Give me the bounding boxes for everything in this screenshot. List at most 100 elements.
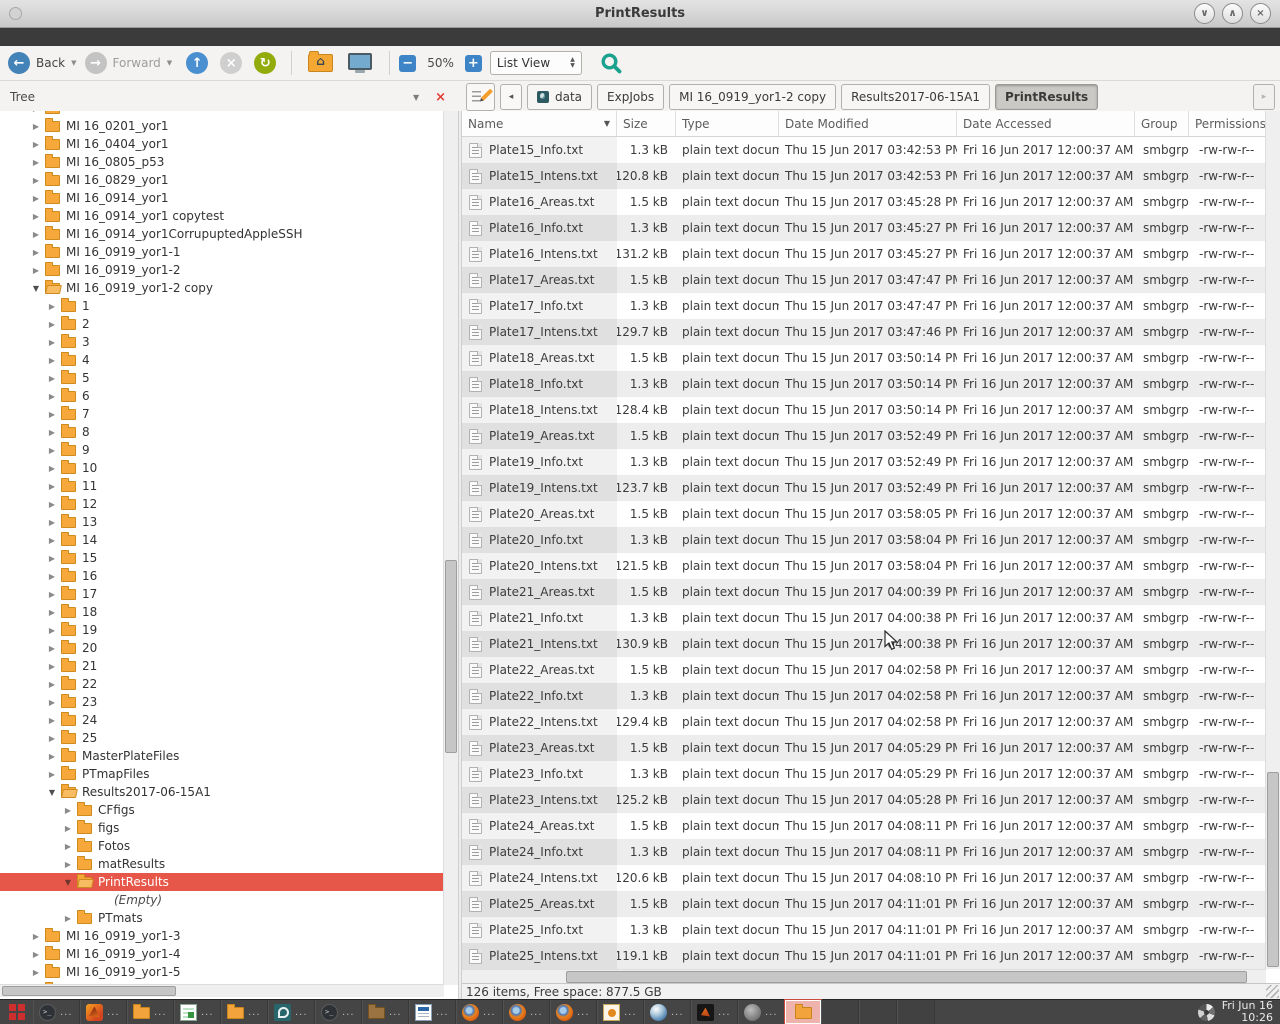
taskbar-window-button[interactable]: ... xyxy=(409,1000,456,1024)
tree-item[interactable]: ▶ 8 xyxy=(0,423,444,441)
resize-grip[interactable] xyxy=(1266,985,1279,998)
expander-icon[interactable]: ▶ xyxy=(46,392,58,401)
file-row[interactable]: Plate19_Info.txt 1.3 kB plain text docum… xyxy=(462,449,1266,475)
tree-item[interactable]: ▶ 12 xyxy=(0,495,444,513)
maximize-button[interactable]: ∧ xyxy=(1222,3,1243,24)
tree-item[interactable]: ▶ 20 xyxy=(0,639,444,657)
tree-item[interactable]: ▶ MI 16_0829_yor1 xyxy=(0,171,444,189)
breadcrumb-segment[interactable]: MI 16_0919_yor1-2 copy xyxy=(669,84,836,110)
expander-icon[interactable]: ▶ xyxy=(46,590,58,599)
breadcrumb-segment[interactable]: data xyxy=(527,84,592,110)
file-row[interactable]: Plate22_Intens.txt 129.4 kB plain text d… xyxy=(462,709,1266,735)
expander-icon[interactable]: ▶ xyxy=(62,860,74,869)
expander-icon[interactable]: ▶ xyxy=(46,734,58,743)
tree-item[interactable]: ▶ CFfigs xyxy=(0,801,444,819)
tree-item[interactable]: ▼ PrintResults xyxy=(0,873,444,891)
column-header[interactable]: Size xyxy=(617,111,676,136)
tree-item[interactable]: ▶ 2 xyxy=(0,315,444,333)
file-row[interactable]: Plate21_Info.txt 1.3 kB plain text docum… xyxy=(462,605,1266,631)
expander-icon[interactable]: ▶ xyxy=(46,446,58,455)
taskbar-window-button[interactable]: ... xyxy=(691,1000,738,1024)
expander-icon[interactable]: ▶ xyxy=(46,770,58,779)
back-button[interactable]: Back xyxy=(36,56,65,70)
expander-icon[interactable]: ▶ xyxy=(30,266,42,275)
file-row[interactable]: Plate16_Info.txt 1.3 kB plain text docum… xyxy=(462,215,1266,241)
expander-icon[interactable]: ▼ xyxy=(46,788,58,797)
expander-icon[interactable]: ▶ xyxy=(30,230,42,239)
expander-icon[interactable]: ▶ xyxy=(62,806,74,815)
expander-icon[interactable]: ▶ xyxy=(46,680,58,689)
file-row[interactable]: Plate23_Areas.txt 1.5 kB plain text docu… xyxy=(462,735,1266,761)
edit-location-button[interactable] xyxy=(466,83,495,111)
tree-item[interactable]: ▶ 17 xyxy=(0,585,444,603)
tree-item[interactable]: ▶ PTmapFiles xyxy=(0,765,444,783)
file-row[interactable]: Plate15_Intens.txt 120.8 kB plain text d… xyxy=(462,163,1266,189)
taskbar-window-button[interactable]: ... xyxy=(503,1000,550,1024)
tree-item[interactable]: ▶ 6 xyxy=(0,387,444,405)
column-header[interactable]: Date Accessed xyxy=(957,111,1135,136)
back-history-dropdown[interactable]: ▼ xyxy=(71,59,76,67)
file-row[interactable]: Plate19_Intens.txt 123.7 kB plain text d… xyxy=(462,475,1266,501)
tree-horizontal-scrollbar[interactable] xyxy=(0,984,444,997)
expander-icon[interactable]: ▶ xyxy=(62,824,74,833)
expander-icon[interactable]: ▶ xyxy=(46,608,58,617)
up-button[interactable]: ↑ xyxy=(186,52,208,74)
tree-item[interactable]: ▶ 21 xyxy=(0,657,444,675)
stop-button[interactable]: × xyxy=(220,52,242,74)
column-header[interactable]: Permissions xyxy=(1189,111,1266,136)
tree-item[interactable]: ▶ 4 xyxy=(0,351,444,369)
column-header[interactable]: Type xyxy=(676,111,779,136)
file-row[interactable]: Plate25_Info.txt 1.3 kB plain text docum… xyxy=(462,917,1266,943)
tree-item[interactable]: ▶ MI 16_0919_yor1-1 xyxy=(0,243,444,261)
forward-button[interactable]: Forward xyxy=(113,56,161,70)
file-row[interactable]: Plate17_Intens.txt 129.7 kB plain text d… xyxy=(462,319,1266,345)
expander-icon[interactable]: ▶ xyxy=(46,428,58,437)
tree-item[interactable]: ▶ MI 16_0914_yor1CorrupuptedAppleSSH xyxy=(0,225,444,243)
taskbar-window-button[interactable]: ... xyxy=(268,1000,315,1024)
tree-item[interactable]: ▶ 19 xyxy=(0,621,444,639)
expander-icon[interactable]: ▶ xyxy=(30,212,42,221)
expander-icon[interactable]: ▶ xyxy=(30,950,42,959)
taskbar-window-button[interactable]: ... xyxy=(315,1000,362,1024)
file-row[interactable]: Plate25_Areas.txt 1.5 kB plain text docu… xyxy=(462,891,1266,917)
expander-icon[interactable]: ▶ xyxy=(30,194,42,203)
tree-item[interactable]: ▶ 5 xyxy=(0,369,444,387)
expander-icon[interactable]: ▶ xyxy=(46,356,58,365)
taskbar-window-button[interactable]: ... xyxy=(221,1000,268,1024)
tree-item[interactable]: ▶ MI 16_0919_yor1-4 xyxy=(0,945,444,963)
tree-item[interactable]: ▶ 18 xyxy=(0,603,444,621)
tree-item[interactable]: ▶ figs xyxy=(0,819,444,837)
expander-icon[interactable]: ▶ xyxy=(46,716,58,725)
clock[interactable]: Fri Jun 16 10:26 xyxy=(1222,1000,1273,1024)
expander-icon[interactable]: ▶ xyxy=(46,554,58,563)
breadcrumb-segment[interactable]: PrintResults xyxy=(995,84,1098,110)
file-row[interactable]: Plate24_Areas.txt 1.5 kB plain text docu… xyxy=(462,813,1266,839)
tree-item[interactable]: ▶ 25 xyxy=(0,729,444,747)
scrollbar-thumb[interactable] xyxy=(566,971,1247,983)
view-mode-select[interactable]: List View ▲▼ xyxy=(490,51,582,75)
expander-icon[interactable]: ▶ xyxy=(46,536,58,545)
column-header[interactable]: Date Modified xyxy=(779,111,957,136)
forward-icon[interactable]: → xyxy=(85,52,107,74)
expander-icon[interactable]: ▶ xyxy=(30,122,42,131)
expander-icon[interactable]: ▼ xyxy=(62,878,74,887)
tree-item[interactable]: ▶ 7 xyxy=(0,405,444,423)
expander-icon[interactable]: ▶ xyxy=(46,464,58,473)
breadcrumb-scroll-left-button[interactable]: ◂ xyxy=(500,84,522,110)
list-vertical-scrollbar[interactable] xyxy=(1265,111,1280,969)
tree-item[interactable]: ▶ MasterPlateFiles xyxy=(0,747,444,765)
file-row[interactable]: Plate23_Info.txt 1.3 kB plain text docum… xyxy=(462,761,1266,787)
file-row[interactable]: Plate20_Intens.txt 121.5 kB plain text d… xyxy=(462,553,1266,579)
expander-icon[interactable]: ▶ xyxy=(46,302,58,311)
spinner-arrows-icon[interactable]: ▲▼ xyxy=(570,57,575,69)
tree-item[interactable]: ▶ PTmats xyxy=(0,909,444,927)
scrollbar-thumb[interactable] xyxy=(1267,772,1279,967)
tree-item[interactable]: ▶ MI 16_0919_yor1-5 xyxy=(0,963,444,981)
tree-item[interactable]: ▶ 1 xyxy=(0,297,444,315)
sidebar-close-icon[interactable]: × xyxy=(435,90,446,105)
expander-icon[interactable]: ▶ xyxy=(46,518,58,527)
expander-icon[interactable]: ▶ xyxy=(30,248,42,257)
tree-vertical-scrollbar[interactable] xyxy=(443,111,458,985)
back-icon[interactable]: ← xyxy=(8,52,30,74)
search-icon[interactable] xyxy=(600,52,623,75)
